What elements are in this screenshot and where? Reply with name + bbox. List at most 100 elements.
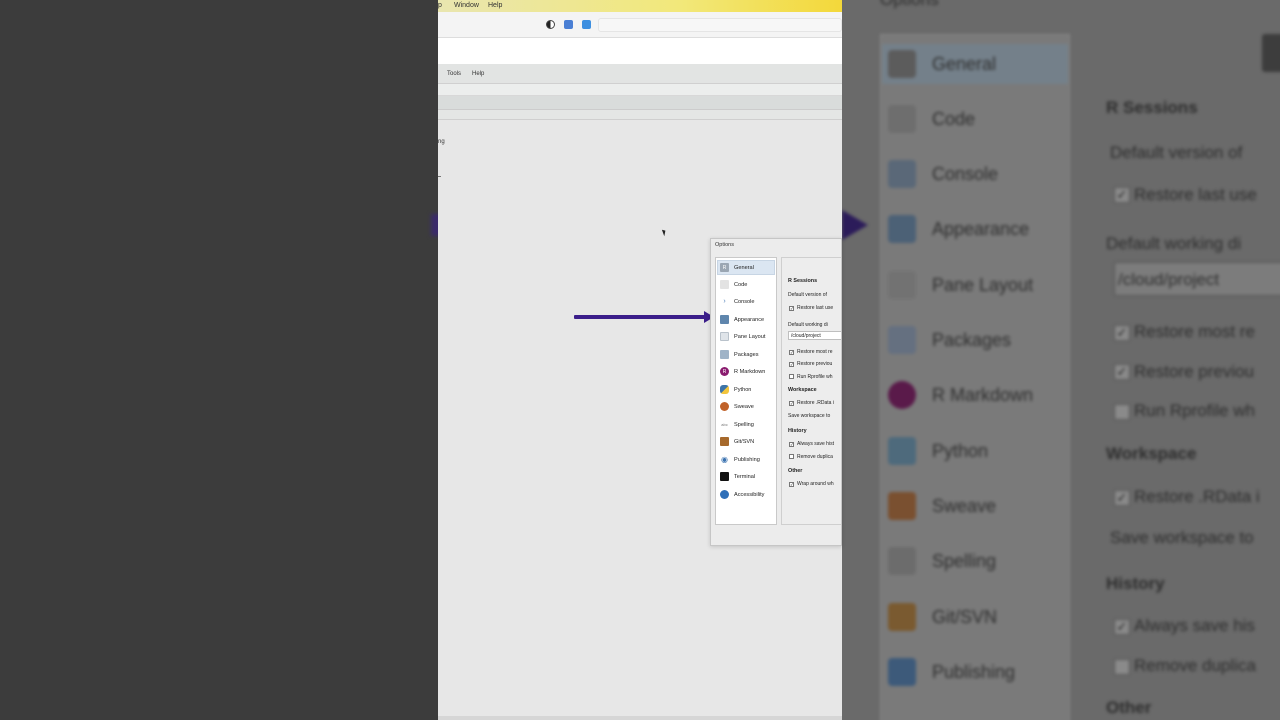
restore-last-checkbox[interactable]: ✓ [789, 306, 794, 311]
console-icon: › [723, 298, 726, 305]
zoom-nav-label: Python [932, 440, 989, 461]
code-icon [888, 105, 916, 133]
workspace-text-fragment: ng [438, 139, 445, 145]
nav-label: R Markdown [734, 368, 766, 375]
publishing-icon: ◉ [721, 455, 728, 464]
appearance-icon [720, 315, 729, 324]
nav-appearance[interactable]: Appearance [718, 312, 776, 327]
nav-publishing[interactable]: ◉ Publishing [718, 452, 776, 467]
zoomed-options-background: Options General Code Console Appearance … [842, 0, 1280, 720]
menu-item-help[interactable]: Help [472, 71, 484, 77]
nav-python[interactable]: Python [718, 382, 776, 397]
menu-item-help[interactable]: Help [488, 2, 502, 9]
wrap-around-checkbox[interactable]: ✓ [789, 482, 794, 487]
nav-general[interactable]: R General [717, 260, 775, 275]
zoom-nav-label: Appearance [932, 218, 1030, 239]
zoom-check-icon [1114, 659, 1130, 675]
zoom-nav-label: Git/SVN [932, 606, 998, 627]
python-icon [720, 385, 729, 394]
sweave-icon [888, 492, 916, 520]
spelling-icon: abc [721, 422, 728, 427]
restore-rdata-checkbox[interactable]: ✓ [789, 401, 794, 406]
default-wd-label: Default working di [788, 322, 828, 328]
status-strip [438, 716, 842, 720]
options-sidebar: R General Code › Console Appearance Pane… [715, 257, 777, 525]
nav-label: Console [734, 298, 755, 305]
accessibility-icon [720, 490, 729, 499]
remove-duplicates-checkbox[interactable] [789, 454, 794, 459]
dialog-title: Options [715, 242, 734, 248]
nav-label: Pane Layout [734, 333, 766, 340]
zoom-restore-rdata: Restore .RData i [1134, 487, 1260, 506]
nav-label: Appearance [734, 316, 765, 323]
zoom-history-heading: History [1106, 574, 1165, 593]
nav-console[interactable]: › Console [718, 294, 776, 309]
zoom-check-icon: ✓ [1114, 187, 1130, 203]
save-workspace-label: Save workspace to [788, 413, 831, 419]
options-content: R Sessions Default version of ✓ Restore … [781, 257, 841, 525]
working-directory-field[interactable]: /cloud/project [788, 331, 841, 340]
browser-toolbar [438, 12, 842, 38]
restore-previous-label: Restore previou [797, 361, 833, 367]
menu-item[interactable]: p [438, 2, 442, 9]
zoom-nav-python: Python [888, 431, 988, 471]
contrast-icon[interactable] [546, 20, 555, 29]
zoom-nav-code: Code [888, 99, 975, 139]
network-icon[interactable] [582, 20, 591, 29]
remove-duplicates-label: Remove duplica [797, 454, 833, 460]
pane-layout-icon [720, 332, 729, 341]
menu-item-tools[interactable]: Tools [447, 71, 461, 77]
nav-label: Git/SVN [734, 438, 755, 445]
document-icon[interactable] [564, 20, 573, 29]
run-rprofile-checkbox[interactable] [789, 374, 794, 379]
zoom-other-heading: Other [1106, 698, 1152, 717]
zoom-nav-label: Code [932, 108, 976, 129]
zoom-nav-console: Console [888, 154, 998, 194]
zoom-arrow-icon [842, 210, 868, 240]
zoom-check-icon [1114, 404, 1130, 420]
nav-label: Python [734, 386, 752, 393]
spelling-icon [888, 547, 916, 575]
nav-accessibility[interactable]: Accessibility [718, 487, 776, 502]
workspace-dash [438, 176, 441, 177]
nav-pane-layout[interactable]: Pane Layout [718, 329, 776, 344]
zoom-nav-r-markdown: R Markdown [888, 375, 1033, 415]
zoom-check-icon: ✓ [1114, 490, 1130, 506]
nav-code[interactable]: Code [718, 277, 776, 292]
options-dialog: Options R General Code › Console Appeara… [710, 238, 842, 546]
default-version-label: Default version of [788, 292, 827, 298]
nav-packages[interactable]: Packages [718, 347, 776, 362]
zoom-r-sessions-heading: R Sessions [1106, 98, 1198, 117]
zoom-nav-appearance: Appearance [888, 209, 1029, 249]
r-markdown-icon: R [720, 367, 729, 376]
zoom-nav-sweave: Sweave [888, 486, 996, 526]
app-header [438, 38, 842, 64]
nav-label: Spelling [734, 421, 754, 428]
menu-item-window[interactable]: Window [454, 2, 479, 9]
zoom-nav-publishing: Publishing [888, 652, 1015, 692]
zoom-nav-label: General [932, 53, 997, 74]
nav-sweave[interactable]: Sweave [718, 399, 776, 414]
restore-most-checkbox[interactable]: ✓ [789, 350, 794, 355]
zoom-nav-label: Pane Layout [932, 274, 1034, 295]
python-icon [888, 437, 916, 465]
zoom-nav-label: Packages [932, 329, 1012, 350]
nav-r-markdown[interactable]: R R Markdown [718, 364, 776, 379]
always-save-label: Always save hist [797, 441, 834, 447]
zoom-restore-previous: Restore previou [1134, 362, 1255, 381]
always-save-checkbox[interactable]: ✓ [789, 442, 794, 447]
url-field[interactable] [598, 18, 842, 32]
restore-previous-checkbox[interactable]: ✓ [789, 362, 794, 367]
restore-rdata-label: Restore .RData i [797, 400, 834, 406]
nav-spelling[interactable]: abc Spelling [718, 417, 776, 432]
zoom-default-version: Default version of [1110, 143, 1243, 162]
nav-terminal[interactable]: Terminal [718, 469, 776, 484]
zoom-nav-pane-layout: Pane Layout [888, 265, 1033, 305]
zoom-wd-value: /cloud/project [1118, 270, 1220, 289]
packages-icon [888, 326, 916, 354]
code-icon [720, 280, 729, 289]
nav-git-svn[interactable]: Git/SVN [718, 434, 776, 449]
zoom-check-icon: ✓ [1114, 619, 1130, 635]
zoom-check-icon: ✓ [1114, 364, 1130, 380]
packages-icon [720, 350, 729, 359]
